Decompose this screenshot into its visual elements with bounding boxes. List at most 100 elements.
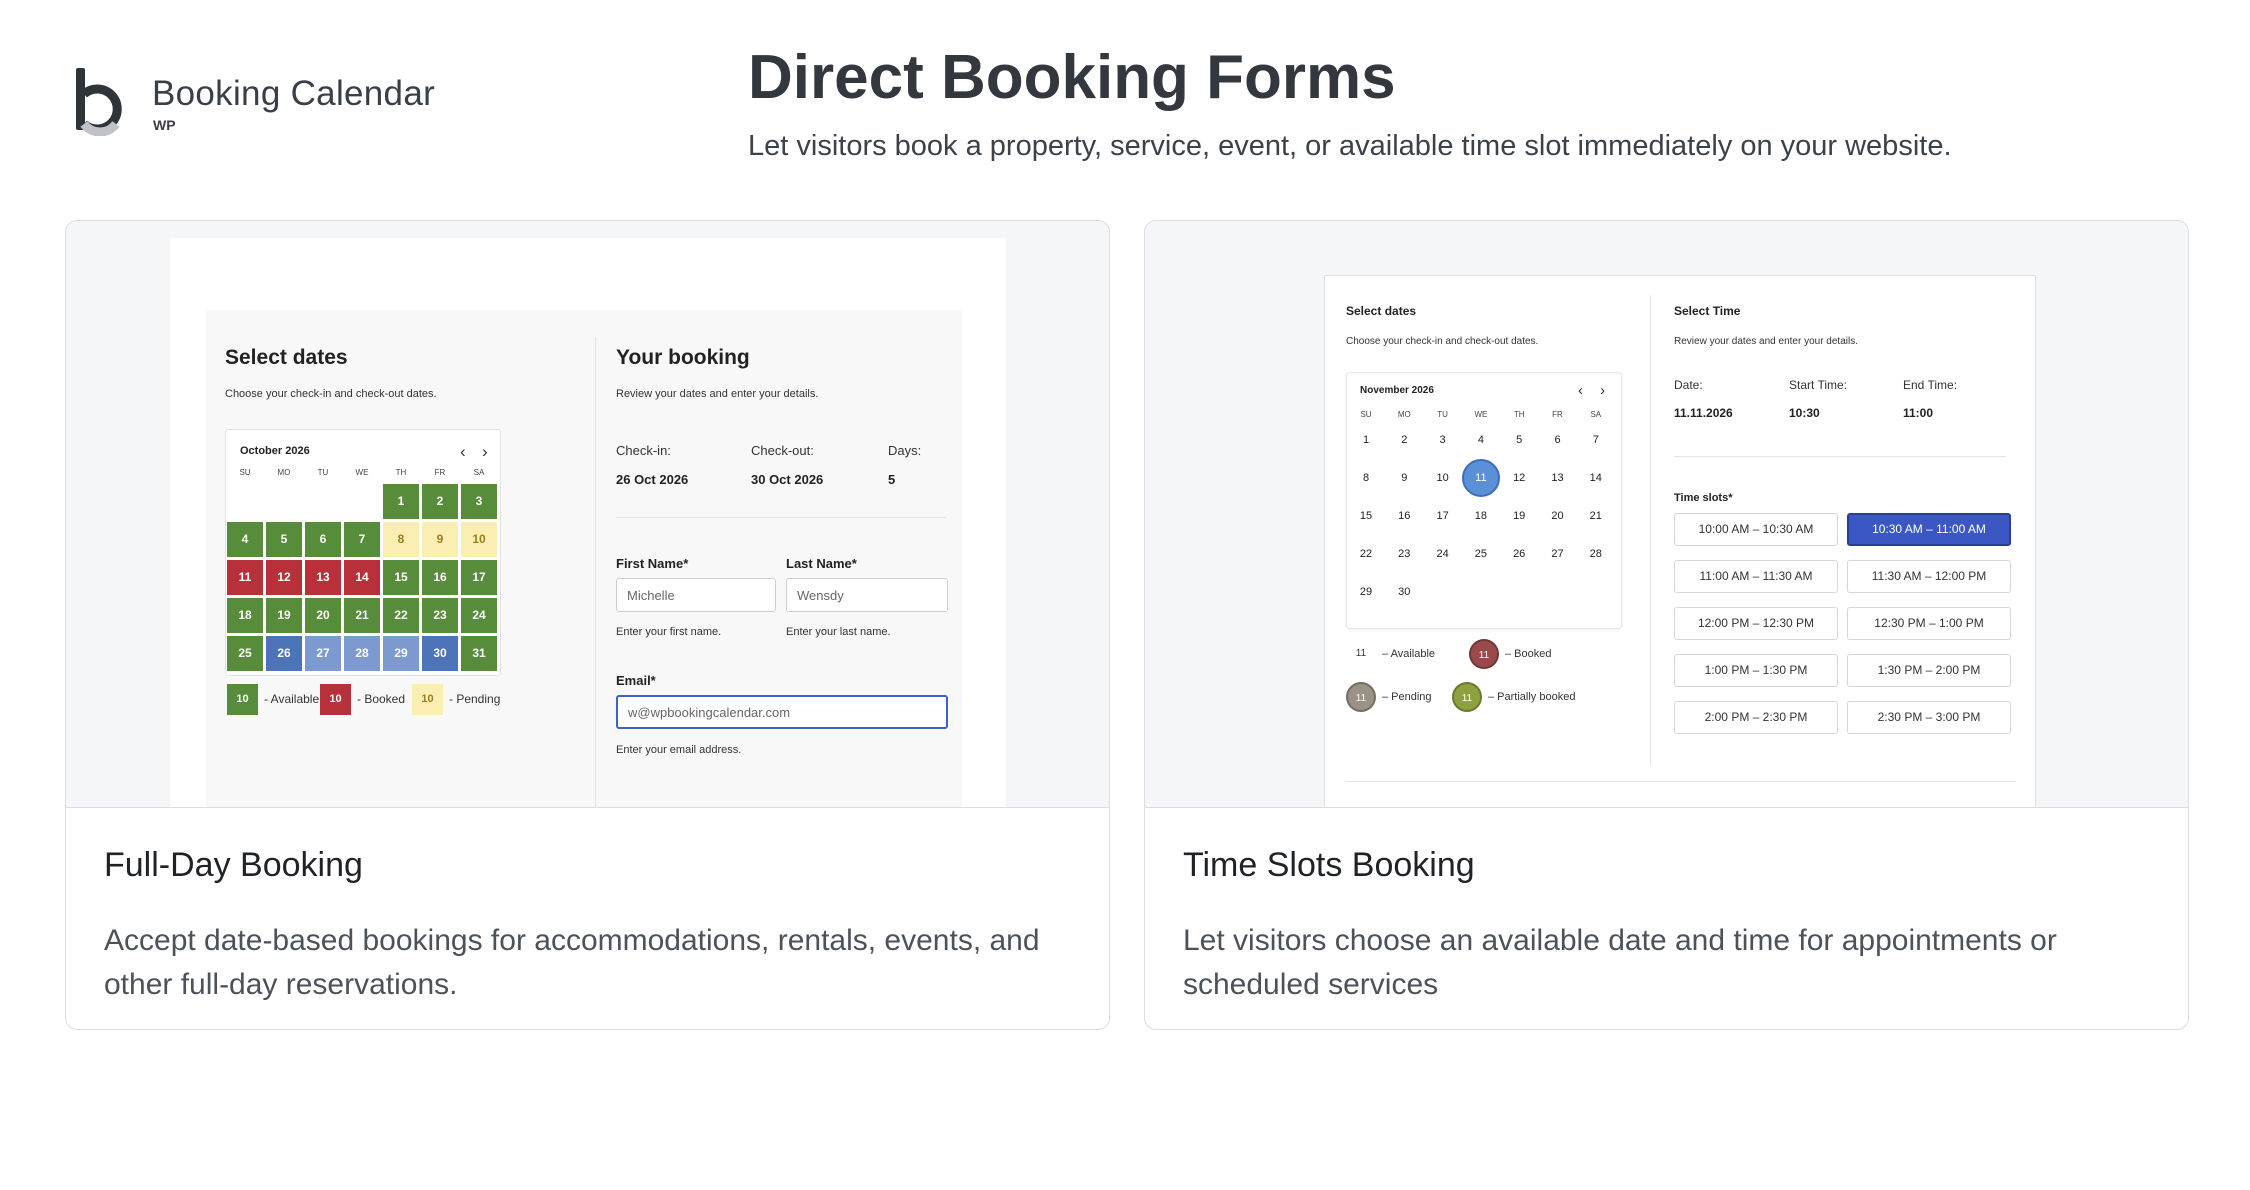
calendar-day[interactable]: 21	[1577, 497, 1615, 535]
calendar-day[interactable]: 10	[1424, 459, 1462, 497]
calendar-day[interactable]: 24	[461, 598, 497, 633]
time-slot-button[interactable]: 11:30 AM – 12:00 PM	[1847, 560, 2011, 593]
calendar-day[interactable]: 29	[1347, 573, 1385, 611]
calendar-day[interactable]: 2	[1385, 421, 1423, 459]
calendar-prev-icon[interactable]: ‹	[1578, 383, 1583, 398]
calendar-next-icon[interactable]: ›	[482, 443, 488, 460]
calendar-day[interactable]: 1	[383, 484, 419, 519]
calendar-day[interactable]: 6	[1539, 421, 1577, 459]
calendar-day[interactable]: 14	[1577, 459, 1615, 497]
calendar-day[interactable]: 12	[266, 560, 302, 595]
time-slot-button[interactable]: 10:30 AM – 11:00 AM	[1847, 513, 2011, 546]
calendar-day[interactable]: 9	[422, 522, 458, 557]
calendar-day[interactable]: 28	[1577, 535, 1615, 573]
calendar-day[interactable]: 15	[383, 560, 419, 595]
calendar-day[interactable]: 19	[1500, 497, 1538, 535]
calendar-day[interactable]: 18	[1462, 497, 1500, 535]
calendar-day[interactable]: 13	[305, 560, 341, 595]
weekday-fr: FR	[434, 468, 446, 477]
calendar-day[interactable]: 19	[266, 598, 302, 633]
calendar-day[interactable]: 31	[461, 636, 497, 671]
calendar-day[interactable]: 17	[461, 560, 497, 595]
calendar-day[interactable]: 8	[1347, 459, 1385, 497]
calendar-day[interactable]: 4	[1462, 421, 1500, 459]
calendar-day[interactable]: 20	[1539, 497, 1577, 535]
time-slot-button[interactable]: 12:30 PM – 1:00 PM	[1847, 607, 2011, 640]
select-time-title: Select Time	[1674, 304, 1741, 318]
last-name-input[interactable]: Wensdy	[786, 578, 948, 612]
calendar-day[interactable]: 28	[344, 636, 380, 671]
calendar-day[interactable]: 7	[344, 522, 380, 557]
email-help: Enter your email address.	[616, 744, 742, 756]
calendar-day[interactable]: 23	[422, 598, 458, 633]
calendar-day[interactable]: 17	[1424, 497, 1462, 535]
card-description: Accept date-based bookings for accommoda…	[104, 924, 1040, 1001]
weekday-sa: SA	[1590, 410, 1602, 419]
calendar-day[interactable]: 4	[227, 522, 263, 557]
calendar-day[interactable]: 7	[1577, 421, 1615, 459]
time-slot-button[interactable]: 12:00 PM – 12:30 PM	[1674, 607, 1838, 640]
legend-swatch-available: 11	[1355, 648, 1367, 659]
calendar-day[interactable]: 11	[227, 560, 263, 595]
calendar-day[interactable]: 20	[305, 598, 341, 633]
calendar-october: October 2026 ‹ › SU MO TU WE TH FR SA 12345678…	[225, 429, 501, 676]
calendar-day[interactable]: 30	[1385, 573, 1423, 611]
first-name-input[interactable]: Michelle	[616, 578, 776, 612]
summary-divider	[1674, 456, 2006, 457]
calendar-day[interactable]: 12	[1500, 459, 1538, 497]
calendar-day[interactable]: 25	[227, 636, 263, 671]
calendar-day[interactable]: 11	[1461, 459, 1500, 497]
legend-swatch-partial: 11	[1452, 682, 1482, 712]
calendar-day[interactable]: 24	[1424, 535, 1462, 573]
calendar-day[interactable]: 5	[1500, 421, 1538, 459]
weekday-mo: MO	[277, 468, 291, 477]
calendar-next-icon[interactable]: ›	[1600, 383, 1605, 398]
calendar-day[interactable]: 3	[1424, 421, 1462, 459]
time-slot-button[interactable]: 2:00 PM – 2:30 PM	[1674, 701, 1838, 734]
email-input[interactable]: w@wpbookingcalendar.com	[616, 695, 948, 729]
calendar-day[interactable]: 15	[1347, 497, 1385, 535]
calendar-day[interactable]: 9	[1385, 459, 1423, 497]
calendar-day[interactable]: 26	[1500, 535, 1538, 573]
calendar-day[interactable]: 10	[461, 522, 497, 557]
calendar-day[interactable]: 5	[266, 522, 302, 557]
time-slot-button[interactable]: 1:30 PM – 2:00 PM	[1847, 654, 2011, 687]
card-time-slots-booking[interactable]: Select dates Choose your check-in and ch…	[1144, 220, 2189, 1030]
calendar-day[interactable]: 3	[461, 484, 497, 519]
calendar-day[interactable]: 27	[1539, 535, 1577, 573]
calendar-day[interactable]: 18	[227, 598, 263, 633]
calendar-day[interactable]: 8	[383, 522, 419, 557]
calendar-day[interactable]: 22	[1347, 535, 1385, 573]
calendar-day[interactable]: 1	[1347, 421, 1385, 459]
time-slots-label: Time slots*	[1674, 492, 1733, 504]
card-full-day-booking[interactable]: Select dates Choose your check-in and ch…	[65, 220, 1110, 1030]
calendar-day[interactable]: 22	[383, 598, 419, 633]
select-dates-sub: Choose your check-in and check-out dates…	[1346, 336, 1539, 347]
calendar-day[interactable]: 14	[344, 560, 380, 595]
calendar-day[interactable]: 2	[422, 484, 458, 519]
brand-name: Booking Calendar	[152, 74, 436, 113]
calendar-prev-icon[interactable]: ‹	[460, 443, 466, 460]
calendar-day[interactable]: 27	[305, 636, 341, 671]
start-time-label: Start Time:	[1789, 378, 1848, 392]
calendar-day[interactable]: 13	[1539, 459, 1577, 497]
calendar-day[interactable]: 30	[422, 636, 458, 671]
time-slot-button[interactable]: 2:30 PM – 3:00 PM	[1847, 701, 2011, 734]
calendar-day[interactable]: 21	[344, 598, 380, 633]
date-value: 11.11.2026	[1674, 406, 1733, 420]
legend-text-partial: – Partially booked	[1488, 691, 1576, 703]
calendar-day[interactable]: 26	[266, 636, 302, 671]
weekday-we: WE	[1474, 410, 1488, 419]
calendar-day[interactable]: 16	[1385, 497, 1423, 535]
calendar-day[interactable]: 16	[422, 560, 458, 595]
calendar-day[interactable]: 6	[305, 522, 341, 557]
time-slot-button[interactable]: 1:00 PM – 1:30 PM	[1674, 654, 1838, 687]
time-slot-button[interactable]: 10:00 AM – 10:30 AM	[1674, 513, 1838, 546]
calendar-day[interactable]: 23	[1385, 535, 1423, 573]
time-slot-button[interactable]: 11:00 AM – 11:30 AM	[1674, 560, 1838, 593]
weekday-tu: TU	[317, 468, 329, 477]
calendar-day[interactable]: 29	[383, 636, 419, 671]
full-day-preview: Select dates Choose your check-in and ch…	[66, 221, 1109, 808]
date-label: Date:	[1674, 378, 1703, 392]
calendar-day[interactable]: 25	[1462, 535, 1500, 573]
